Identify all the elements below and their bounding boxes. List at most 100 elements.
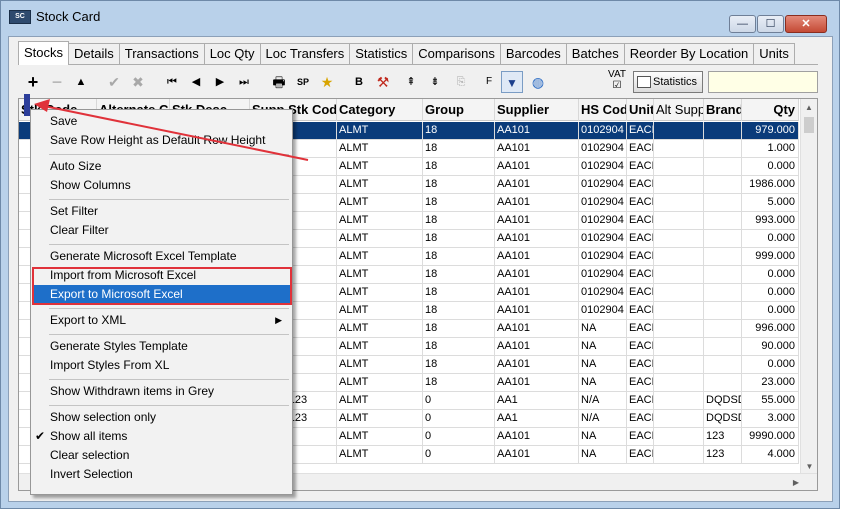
cell-qty[interactable]: 0.000 (742, 284, 799, 302)
scroll-right-arrow-icon[interactable]: ▶ (793, 474, 799, 490)
cell-hs-code[interactable]: N/A (579, 392, 627, 410)
cell-alt-supplier[interactable] (654, 158, 704, 176)
cell-group[interactable]: 18 (423, 194, 495, 212)
print-icon[interactable]: 🖶 (268, 71, 290, 93)
move-up-icon[interactable]: ▲ (70, 71, 92, 93)
cell-qty[interactable]: 996.000 (742, 320, 799, 338)
cell-unit[interactable]: EACH (627, 302, 654, 320)
cell-unit[interactable]: EACH (627, 356, 654, 374)
close-button[interactable]: ✕ (785, 15, 827, 33)
cell-alt-supplier[interactable] (654, 122, 704, 140)
statistics-button[interactable]: Statistics (633, 71, 703, 93)
cell-hs-code[interactable]: NA (579, 338, 627, 356)
cell-category[interactable]: ALMT (337, 212, 423, 230)
vat-toggle[interactable]: VAT ☑ (606, 69, 628, 91)
cell-qty[interactable]: 90.000 (742, 338, 799, 356)
cell-supplier[interactable]: AA101 (495, 428, 579, 446)
cell-qty[interactable]: 0.000 (742, 230, 799, 248)
cell-brand[interactable]: 123 (704, 446, 742, 464)
cell-alt-supplier[interactable] (654, 176, 704, 194)
tab-barcodes[interactable]: Barcodes (499, 43, 567, 65)
cell-alt-supplier[interactable] (654, 194, 704, 212)
cancel-icon[interactable]: ✖ (127, 71, 149, 93)
filter-icon[interactable]: ▼ (501, 71, 523, 93)
cell-category[interactable]: ALMT (337, 284, 423, 302)
cell-brand[interactable] (704, 230, 742, 248)
cell-brand[interactable] (704, 374, 742, 392)
cell-unit[interactable]: EACH (627, 176, 654, 194)
cell-qty[interactable]: 0.000 (742, 356, 799, 374)
cell-unit[interactable]: EACH (627, 248, 654, 266)
tab-batches[interactable]: Batches (565, 43, 625, 65)
cell-qty[interactable]: 9990.000 (742, 428, 799, 446)
cell-group[interactable]: 18 (423, 302, 495, 320)
tab-reorder-by-location[interactable]: Reorder By Location (623, 43, 755, 65)
scroll-up-arrow-icon[interactable]: ▲ (801, 99, 817, 116)
cell-brand[interactable] (704, 176, 742, 194)
cell-unit[interactable]: EACH (627, 194, 654, 212)
cell-alt-supplier[interactable] (654, 320, 704, 338)
cell-hs-code[interactable]: NA (579, 320, 627, 338)
vertical-scrollbar[interactable]: ▲ ▼ (800, 99, 817, 475)
cell-group[interactable]: 18 (423, 374, 495, 392)
cell-hs-code[interactable]: 0102904 (579, 194, 627, 212)
cell-qty[interactable]: 1.000 (742, 140, 799, 158)
first-record-icon[interactable]: ⏮ (161, 71, 183, 93)
cell-hs-code[interactable]: 0102904 (579, 266, 627, 284)
cell-qty[interactable]: 3.000 (742, 410, 799, 428)
cell-group[interactable]: 18 (423, 320, 495, 338)
cell-group[interactable]: 0 (423, 428, 495, 446)
maximize-button[interactable]: ☐ (757, 15, 784, 33)
vat-checkbox[interactable]: ☑ (606, 80, 628, 91)
cell-category[interactable]: ALMT (337, 230, 423, 248)
cell-category[interactable]: ALMT (337, 410, 423, 428)
tab-stocks[interactable]: Stocks (18, 41, 70, 65)
cell-group[interactable]: 18 (423, 230, 495, 248)
menu-item-invert-selection[interactable]: Invert Selection (33, 465, 290, 484)
column-header-brand[interactable]: Brand (704, 99, 742, 121)
cell-unit[interactable]: EACH (627, 428, 654, 446)
cell-unit[interactable]: EACH (627, 320, 654, 338)
cell-hs-code[interactable]: 0102904 (579, 176, 627, 194)
cell-qty[interactable]: 5.000 (742, 194, 799, 212)
menu-item-auto-size[interactable]: Auto Size (33, 157, 290, 176)
cell-brand[interactable] (704, 284, 742, 302)
cell-group[interactable]: 18 (423, 140, 495, 158)
scroll-thumb[interactable] (804, 117, 814, 133)
cell-hs-code[interactable]: NA (579, 428, 627, 446)
cell-supplier[interactable]: AA101 (495, 338, 579, 356)
cell-hs-code[interactable]: 0102904 (579, 140, 627, 158)
cell-brand[interactable]: DQDSD (704, 410, 742, 428)
cell-group[interactable]: 18 (423, 266, 495, 284)
cell-qty[interactable]: 979.000 (742, 122, 799, 140)
cell-alt-supplier[interactable] (654, 266, 704, 284)
cell-brand[interactable] (704, 338, 742, 356)
cell-supplier[interactable]: AA101 (495, 176, 579, 194)
cell-hs-code[interactable]: 0102904 (579, 302, 627, 320)
cell-qty[interactable]: 993.000 (742, 212, 799, 230)
cell-brand[interactable] (704, 356, 742, 374)
column-header-qty[interactable]: Qty (742, 99, 799, 121)
cell-unit[interactable]: EACH (627, 140, 654, 158)
cell-supplier[interactable]: AA101 (495, 302, 579, 320)
remove-icon[interactable]: − (46, 71, 68, 93)
cell-unit[interactable]: EACH (627, 212, 654, 230)
tab-statistics[interactable]: Statistics (349, 43, 414, 65)
sort-descending-icon[interactable]: ⇟ (424, 71, 446, 93)
menu-item-set-filter[interactable]: Set Filter (33, 202, 290, 221)
tools-icon[interactable]: ⚒ (372, 71, 394, 93)
cell-hs-code[interactable]: NA (579, 374, 627, 392)
cell-hs-code[interactable]: 0102904 (579, 158, 627, 176)
cell-supplier[interactable]: AA101 (495, 284, 579, 302)
star-icon[interactable]: ★ (316, 71, 338, 93)
cell-brand[interactable] (704, 248, 742, 266)
cell-unit[interactable]: EACH (627, 338, 654, 356)
cell-group[interactable]: 18 (423, 122, 495, 140)
menu-item-show-columns[interactable]: Show Columns (33, 176, 290, 195)
cell-unit[interactable]: EACH (627, 284, 654, 302)
cell-qty[interactable]: 1986.000 (742, 176, 799, 194)
cell-category[interactable]: ALMT (337, 302, 423, 320)
cell-brand[interactable] (704, 320, 742, 338)
cell-brand[interactable] (704, 122, 742, 140)
cell-group[interactable]: 18 (423, 338, 495, 356)
